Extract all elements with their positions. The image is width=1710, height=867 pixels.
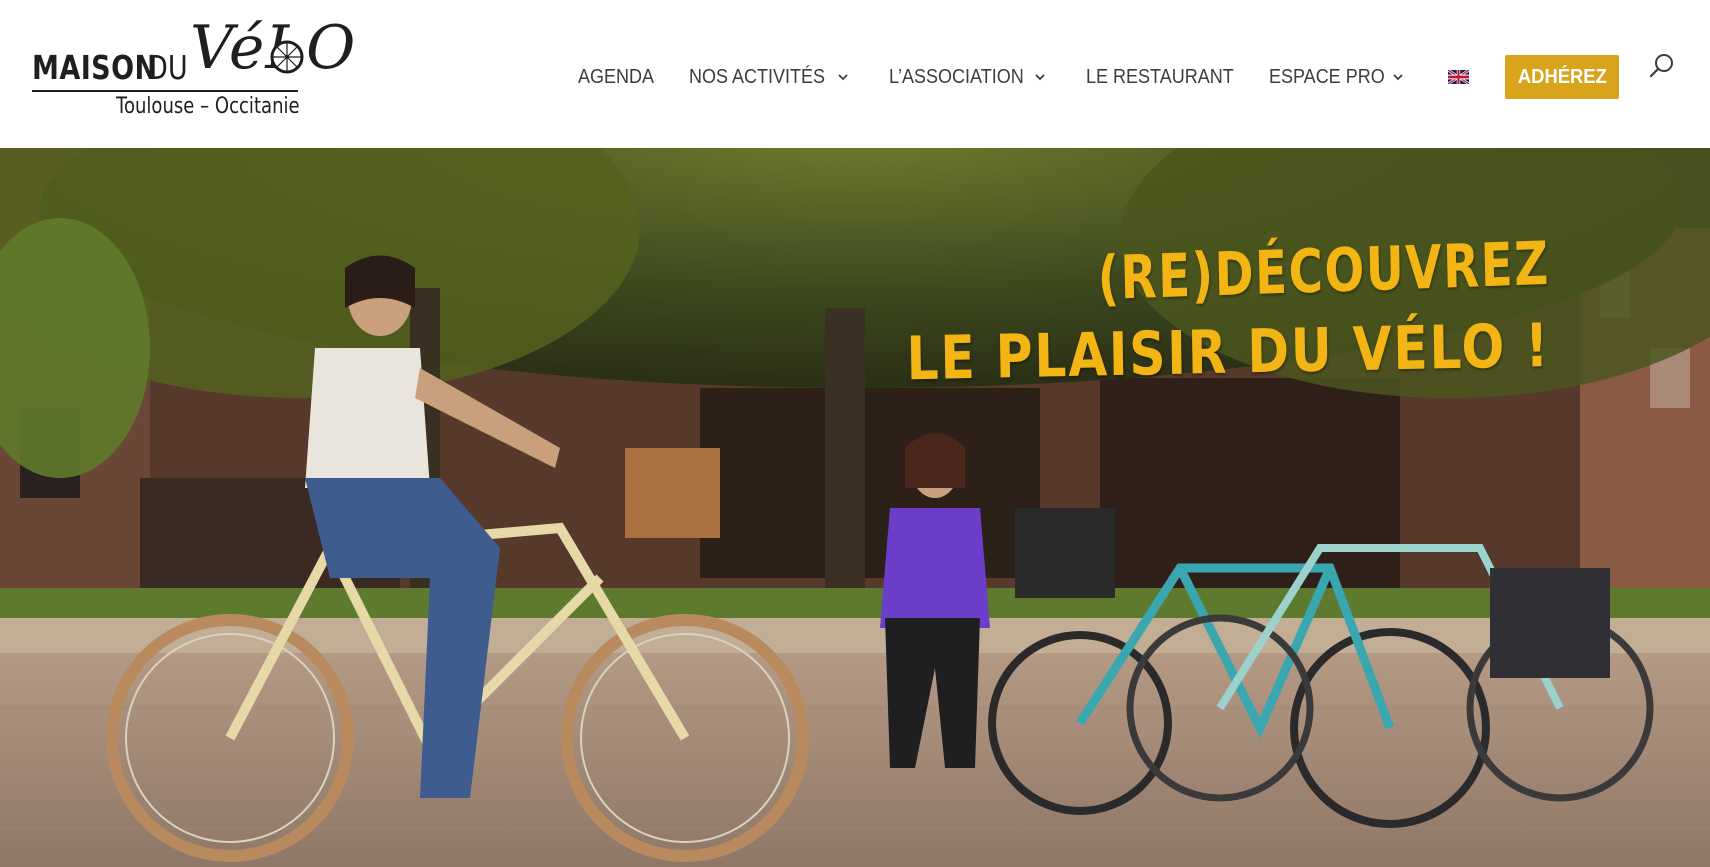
- join-button[interactable]: ADHÉREZ: [1505, 55, 1619, 99]
- nav-item-label: AGENDA: [578, 65, 655, 88]
- uk-flag-icon[interactable]: [1448, 70, 1469, 84]
- logo-subtitle: Toulouse – Occitanie: [116, 94, 300, 119]
- nav-item-association[interactable]: L’ASSOCIATION: [889, 62, 1045, 92]
- nav-item-label: LE RESTAURANT: [1086, 65, 1234, 88]
- site-logo[interactable]: MAISON DU VéLO Toulouse – Occitanie: [30, 18, 355, 126]
- hero-banner: (RE)DÉCOUVREZ LE PLAISIR DU VÉLO !: [0, 148, 1710, 867]
- site-header: MAISON DU VéLO Toulouse – Occitanie AGEN…: [0, 0, 1710, 148]
- logo-text-du: DU: [147, 48, 188, 87]
- logo-text-maison: MAISON: [32, 48, 158, 87]
- hero-headline-line1: (RE)DÉCOUVREZ: [1097, 229, 1551, 315]
- nav-item-nos-activites[interactable]: NOS ACTIVITÉS: [689, 62, 848, 92]
- nav-item-agenda[interactable]: AGENDA: [578, 62, 662, 92]
- hero-headline-line2: LE PLAISIR DU VÉLO !: [906, 311, 1551, 395]
- nav-item-label: NOS ACTIVITÉS: [689, 65, 826, 88]
- join-button-label: ADHÉREZ: [1517, 65, 1607, 88]
- chevron-down-icon: [837, 71, 849, 83]
- nav-item-label: L’ASSOCIATION: [889, 65, 1024, 88]
- nav-item-restaurant[interactable]: LE RESTAURANT: [1086, 62, 1250, 92]
- nav-item-label: ESPACE PRO: [1269, 65, 1385, 88]
- chevron-down-icon: [1034, 71, 1046, 83]
- search-icon[interactable]: [1648, 52, 1676, 80]
- bicycle-wheel-icon: [270, 40, 304, 74]
- logo-divider: [32, 90, 298, 92]
- nav-item-espace-pro[interactable]: ESPACE PRO: [1269, 62, 1403, 92]
- chevron-down-icon: [1392, 71, 1404, 83]
